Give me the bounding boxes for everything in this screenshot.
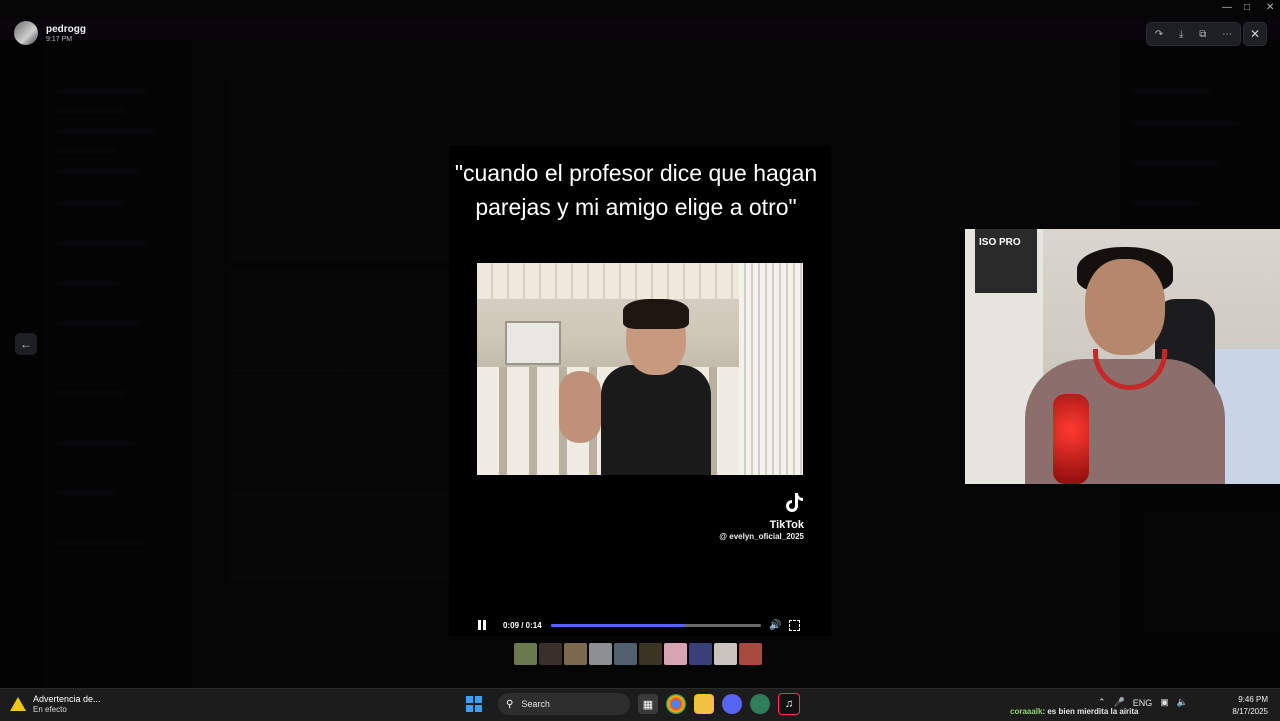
media-thumbnail[interactable] [614,643,637,665]
projector-screen [505,321,561,365]
video-controls: 0:09 / 0:14 🔊 [477,617,803,633]
viewer-toolbar: ↷ ⤓ ⧉ ⋯ [1146,22,1241,46]
media-thumbnail[interactable] [639,643,662,665]
media-thumbnail[interactable] [589,643,612,665]
speaker-icon[interactable]: 🔈 [1177,697,1188,708]
chat-text: : es bien mierdita la airita [1042,707,1139,716]
close-icon: ✕ [1249,27,1261,41]
media-thumbnail[interactable] [739,643,762,665]
video-caption: "cuando el profesor dice que hagan parej… [454,160,818,220]
video-frame [477,263,803,475]
open-external-icon[interactable]: ⧉ [1199,29,1206,40]
previous-media-button[interactable]: ← [15,333,37,355]
clock-date: 8/17/2025 [1232,707,1268,716]
warning-title: Advertencia de... [33,694,101,704]
task-view-icon[interactable]: ▦ [638,694,658,714]
tiktok-watermark: TikTok @ evelyn_oficial_2025 [704,492,804,541]
author-avatar [14,21,38,45]
windows-start-icon[interactable] [466,696,482,712]
streamer-face [1085,259,1165,355]
window-close-button[interactable]: ✕ [1266,2,1274,13]
discord-icon[interactable] [722,694,742,714]
microphone [1053,394,1089,484]
webcam-feed: ISO PRO [965,229,1280,484]
media-thumbnail[interactable] [514,643,537,665]
warning-icon [10,697,26,711]
media-thumbnail[interactable] [539,643,562,665]
arrow-left-icon: ← [20,337,32,351]
author-timestamp: 9:17 PM [46,35,73,43]
close-viewer-button[interactable]: ✕ [1243,22,1267,46]
window-maximize-button[interactable]: □ [1244,2,1250,13]
file-explorer-icon[interactable] [694,694,714,714]
warning-subtitle: En efecto [33,705,67,714]
app-icon[interactable] [750,694,770,714]
media-thumbnail[interactable] [564,643,587,665]
media-thumbnail-strip [514,643,762,665]
chrome-icon[interactable] [666,694,686,714]
microphone-icon[interactable]: 🎤 [1114,697,1125,708]
tiktok-icon [786,493,803,512]
volume-icon[interactable]: 🔊 [769,620,781,631]
media-author[interactable]: pedrogg 9:17 PM [14,21,86,45]
video-time: 0:09 / 0:14 [503,620,542,630]
tiktok-brand: TikTok [769,519,804,531]
media-thumbnail[interactable] [714,643,737,665]
system-tray: ⌃ 🎤 ENG ▣ 🔈 [1098,697,1188,708]
forward-icon[interactable]: ↷ [1155,29,1163,40]
weather-warning-widget[interactable]: Advertencia de... En efecto [10,694,101,714]
tiktok-handle: @ evelyn_oficial_2025 [719,532,804,541]
video-player[interactable]: "cuando el profesor dice que hagan parej… [449,146,831,636]
language-indicator[interactable]: ENG [1133,698,1153,708]
windows-taskbar: Advertencia de... En efecto ⚲ Search ▦ ♫… [0,688,1280,721]
chevron-up-icon[interactable]: ⌃ [1098,697,1106,708]
more-icon[interactable]: ⋯ [1222,29,1232,40]
author-name: pedrogg [46,23,86,35]
search-label: Search [521,699,550,709]
search-icon: ⚲ [506,698,514,710]
chat-username: coraaalk [1010,707,1043,716]
media-thumbnail[interactable] [664,643,687,665]
network-icon[interactable]: ▣ [1160,697,1169,708]
download-icon[interactable]: ⤓ [1179,29,1183,40]
product-box-label: ISO PRO [979,237,1021,248]
clock-time: 9:46 PM [1238,695,1268,704]
person-in-video [559,299,711,475]
media-thumbnail[interactable] [689,643,712,665]
tiktok-app-icon[interactable]: ♫ [778,693,800,715]
pause-icon[interactable] [477,620,487,630]
taskbar-clock[interactable]: 9:46 PM 8/17/2025 [1224,694,1268,718]
stream-chat-message: coraaalk: es bien mierdita la airita [1010,707,1139,716]
window-minimize-button[interactable]: — [1222,2,1232,13]
progress-bar[interactable] [551,623,761,627]
fullscreen-icon[interactable] [789,619,801,631]
progress-fill [551,623,686,627]
taskbar-search[interactable]: ⚲ Search [498,693,630,715]
